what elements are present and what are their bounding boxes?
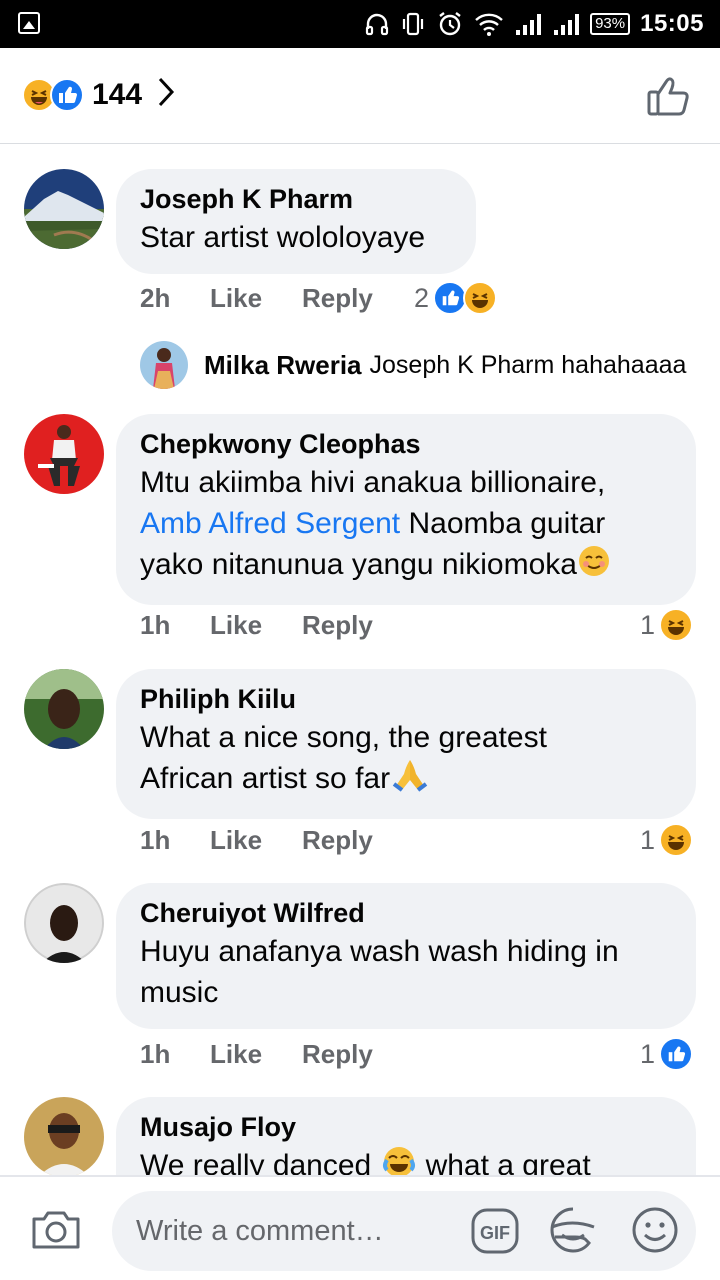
comment-text-line: yako nitanunua yangu nikiomoka — [140, 548, 577, 581]
comment-author[interactable]: Cheruiyot Wilfred — [140, 897, 672, 929]
comment-time[interactable]: 1h — [140, 825, 210, 856]
chevron-right-icon — [156, 76, 176, 113]
comment-bubble: Chepkwony Cleophas Mtu akiimba hivi anak… — [116, 414, 696, 605]
like-post-button[interactable] — [646, 74, 692, 118]
comment-input-wrapper: GIF — [112, 1191, 696, 1271]
comment-text-line: Huyu anafanya wash wash hiding in — [140, 935, 619, 968]
comment-text: We really danced what a great — [140, 1145, 672, 1175]
comment-composer: GIF — [0, 1175, 720, 1280]
comment-actions: 1h Like Reply — [140, 610, 373, 641]
sticker-icon[interactable] — [548, 1205, 598, 1260]
comment-time[interactable]: 1h — [140, 1039, 210, 1070]
reply-preview[interactable]: Milka Rweria Joseph K Pharm hahahaaaa — [140, 341, 686, 389]
status-icons: 93% 15:05 — [364, 8, 704, 40]
comment-bubble: Joseph K Pharm Star artist wololoyaye — [116, 169, 476, 274]
comment-text-line: music — [140, 976, 219, 1009]
vibrate-icon — [400, 11, 426, 37]
mention-link[interactable]: Amb Alfred Sergent — [140, 507, 400, 540]
alarm-icon — [436, 10, 464, 38]
comments-header: 144 — [0, 48, 720, 144]
comment-reactions[interactable]: 1 — [640, 608, 694, 642]
comment-text: Huyu anafanya wash wash hiding in music — [140, 931, 672, 1013]
comment-text-line: African artist so far — [140, 762, 391, 795]
comment-input[interactable] — [136, 1191, 466, 1271]
reply-button[interactable]: Reply — [302, 1039, 373, 1070]
reply-author: Milka Rweria — [204, 349, 362, 380]
like-button[interactable]: Like — [210, 1039, 302, 1070]
battery-indicator: 93% — [590, 13, 631, 35]
comment-actions: 2h Like Reply — [140, 283, 373, 314]
reaction-count: 1 — [640, 824, 656, 855]
reaction-count: 1 — [640, 609, 656, 640]
comment-time[interactable]: 2h — [140, 283, 210, 314]
like-icon — [50, 77, 84, 112]
reaction-count: 144 — [92, 77, 143, 111]
comments-list: Joseph K Pharm Star artist wololoyaye 2h… — [0, 145, 720, 1175]
comment-text: What a nice song, the greatest African a… — [140, 717, 672, 803]
reaction-count: 1 — [640, 1038, 656, 1069]
comment-text-line: We really danced — [140, 1149, 372, 1175]
comment-time[interactable]: 1h — [140, 610, 210, 641]
smiling-face-emoji-icon — [577, 544, 611, 589]
svg-text:GIF: GIF — [480, 1223, 510, 1243]
comment-bubble: Philiph Kiilu What a nice song, the grea… — [116, 669, 696, 819]
reply-button[interactable]: Reply — [302, 283, 373, 314]
like-button[interactable]: Like — [210, 825, 302, 856]
comment-reactions[interactable]: 2 — [414, 281, 498, 315]
like-button[interactable]: Like — [210, 610, 302, 641]
crying-laughing-emoji-icon — [381, 1145, 417, 1175]
haha-icon — [659, 823, 694, 857]
avatar[interactable] — [24, 883, 104, 963]
comment-author[interactable]: Philiph Kiilu — [140, 683, 672, 715]
comment-text: Star artist wololoyaye — [140, 221, 426, 254]
emoji-icon[interactable] — [630, 1205, 680, 1260]
signal-icon-1 — [514, 12, 542, 36]
comment-text: Mtu akiimba hivi anakua billionaire, Amb… — [140, 462, 672, 589]
comment-reactions[interactable]: 1 — [640, 823, 694, 857]
haha-icon — [659, 608, 694, 642]
comment-bubble: Musajo Floy We really danced what a grea… — [116, 1097, 696, 1175]
avatar[interactable] — [24, 414, 104, 494]
gallery-notification-icon — [18, 12, 40, 34]
reply-button[interactable]: Reply — [302, 825, 373, 856]
wifi-icon — [474, 11, 504, 37]
comment-text-line: What a nice song, the greatest — [140, 721, 547, 754]
avatar[interactable] — [24, 1097, 104, 1175]
comment-author[interactable]: Chepkwony Cleophas — [140, 428, 672, 460]
comment-bubble: Cheruiyot Wilfred Huyu anafanya wash was… — [116, 883, 696, 1029]
avatar — [140, 341, 188, 389]
like-button[interactable]: Like — [210, 283, 302, 314]
camera-icon[interactable] — [30, 1207, 82, 1256]
like-icon — [659, 1037, 694, 1071]
signal-icon-2 — [552, 12, 580, 36]
reactions-summary[interactable]: 144 — [22, 76, 176, 113]
headphones-icon — [364, 11, 390, 37]
avatar[interactable] — [24, 669, 104, 749]
haha-icon — [463, 281, 498, 315]
comment-author[interactable]: Musajo Floy — [140, 1111, 672, 1143]
gif-icon[interactable]: GIF — [470, 1207, 520, 1260]
reaction-count: 2 — [414, 282, 430, 313]
comment-reactions[interactable]: 1 — [640, 1037, 694, 1071]
folded-hands-emoji-icon — [390, 758, 430, 803]
comment-text-line: what a great — [417, 1149, 591, 1175]
comment-actions: 1h Like Reply — [140, 1039, 373, 1070]
status-bar: 93% 15:05 — [0, 0, 720, 48]
reply-button[interactable]: Reply — [302, 610, 373, 641]
like-icon — [433, 281, 468, 315]
reply-text: Joseph K Pharm hahahaaaa — [369, 350, 687, 379]
clock: 15:05 — [640, 10, 704, 37]
comment-actions: 1h Like Reply — [140, 825, 373, 856]
comment-author[interactable]: Joseph K Pharm — [140, 183, 452, 215]
avatar[interactable] — [24, 169, 104, 249]
comment-text-line: Naomba guitar — [400, 507, 606, 540]
comment-text-line: Mtu akiimba hivi anakua billionaire, — [140, 466, 606, 499]
